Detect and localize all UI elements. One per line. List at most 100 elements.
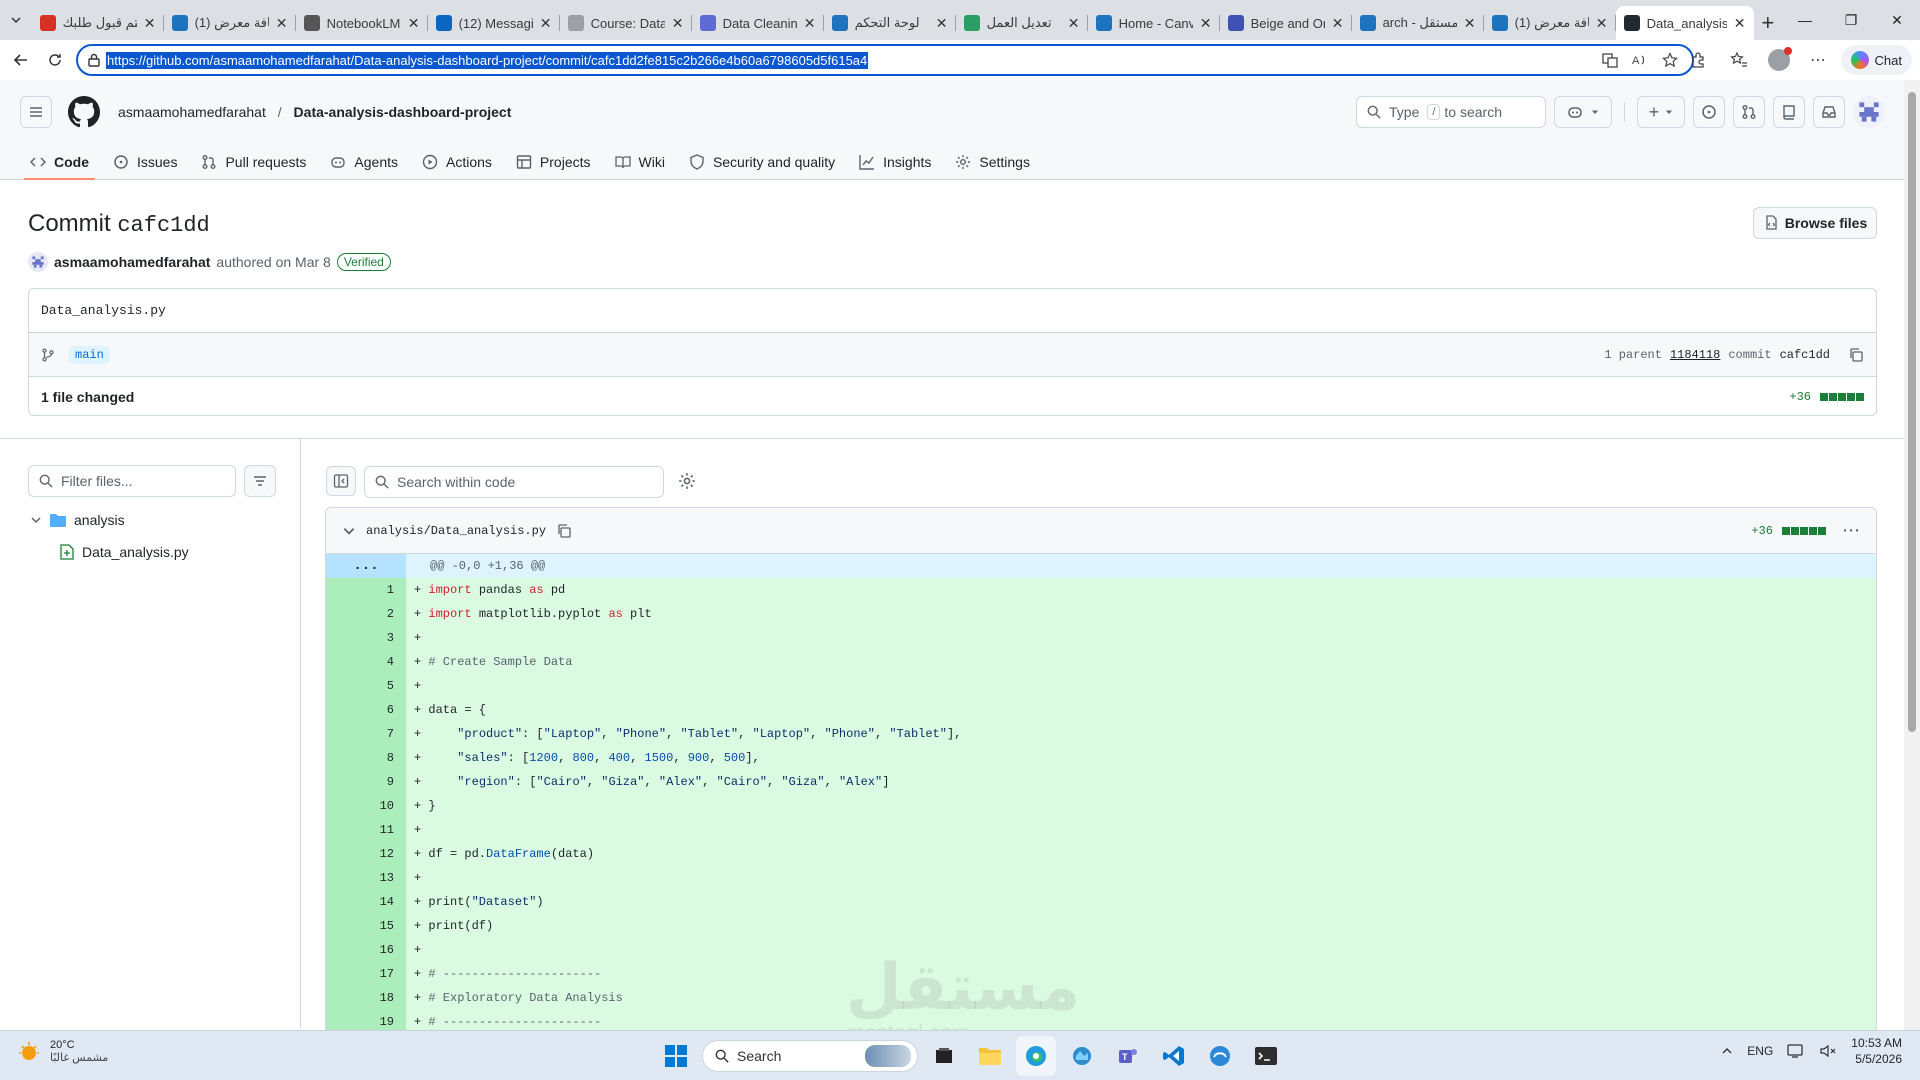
- filter-files-input[interactable]: Filter files...: [28, 465, 236, 497]
- taskbar-vscode[interactable]: [1154, 1036, 1194, 1076]
- filter-options-button[interactable]: [244, 465, 276, 497]
- branch-label[interactable]: main: [69, 345, 110, 364]
- language-indicator[interactable]: ENG: [1747, 1044, 1773, 1058]
- expand-hunk-button[interactable]: ...: [326, 554, 406, 578]
- create-new-button[interactable]: +: [1637, 96, 1685, 128]
- close-tab-icon[interactable]: ✕: [1200, 15, 1212, 32]
- line-number[interactable]: 14: [326, 890, 406, 914]
- close-tab-icon[interactable]: ✕: [1332, 15, 1344, 32]
- line-number[interactable]: 13: [326, 866, 406, 890]
- url-text[interactable]: https://github.com/asmaamohamedfarahat/D…: [106, 51, 869, 69]
- inbox-button[interactable]: [1813, 96, 1845, 128]
- close-tab-icon[interactable]: ✕: [804, 15, 816, 32]
- speaker-muted-icon[interactable]: [1819, 1043, 1837, 1059]
- close-tab-icon[interactable]: ✕: [1464, 15, 1476, 32]
- close-tab-icon[interactable]: ✕: [936, 15, 948, 32]
- taskbar-file-explorer[interactable]: [970, 1036, 1010, 1076]
- browser-tab[interactable]: Course: Data ✕: [560, 6, 692, 40]
- star-icon[interactable]: [1662, 52, 1678, 68]
- page-scrollbar[interactable]: [1904, 80, 1920, 1030]
- close-tab-icon[interactable]: ✕: [540, 15, 552, 32]
- read-aloud-icon[interactable]: A: [1632, 52, 1648, 68]
- author-link[interactable]: asmaamohamedfarahat: [54, 254, 210, 270]
- diff-file-path[interactable]: analysis/Data_analysis.py: [366, 524, 546, 538]
- browser-tab[interactable]: arch - مستقل ✕: [1352, 6, 1484, 40]
- copilot-menu-button[interactable]: [1554, 96, 1612, 128]
- search-within-code-input[interactable]: Search within code: [364, 466, 664, 498]
- browser-tab[interactable]: Data Cleaning ✕: [692, 6, 824, 40]
- tree-folder-analysis[interactable]: analysis: [30, 512, 125, 528]
- line-number[interactable]: 4: [326, 650, 406, 674]
- line-number[interactable]: 12: [326, 842, 406, 866]
- issues-button[interactable]: [1693, 96, 1725, 128]
- chevron-down-icon[interactable]: [342, 524, 356, 538]
- line-number[interactable]: 18: [326, 986, 406, 1010]
- tab-security-and-quality[interactable]: Security and quality: [677, 144, 847, 180]
- line-number[interactable]: 3: [326, 626, 406, 650]
- line-number[interactable]: 16: [326, 938, 406, 962]
- tab-pull-requests[interactable]: Pull requests: [189, 144, 318, 180]
- parent-sha-link[interactable]: 1184118: [1670, 348, 1720, 362]
- copilot-chat-button[interactable]: Chat: [1840, 45, 1912, 75]
- minimize-button[interactable]: —: [1782, 0, 1828, 40]
- extensions-button[interactable]: [1681, 44, 1717, 76]
- tab-code[interactable]: Code: [18, 144, 101, 180]
- github-logo[interactable]: [68, 96, 100, 128]
- close-tab-icon[interactable]: ✕: [1596, 15, 1608, 32]
- browse-files-button[interactable]: Browse files: [1753, 207, 1877, 239]
- close-tab-icon[interactable]: ✕: [1734, 15, 1746, 32]
- tab-projects[interactable]: Projects: [504, 144, 603, 180]
- tab-actions-button[interactable]: [0, 0, 32, 40]
- global-menu-button[interactable]: [20, 96, 52, 128]
- author-avatar[interactable]: [28, 252, 48, 272]
- new-tab-button[interactable]: +: [1754, 6, 1782, 40]
- browser-tab[interactable]: تعديل العمل ✕: [956, 6, 1088, 40]
- line-number[interactable]: 6: [326, 698, 406, 722]
- scrollbar-thumb[interactable]: [1908, 92, 1916, 732]
- browser-tab[interactable]: (1) إضافة معرض ✕: [164, 6, 296, 40]
- close-tab-icon[interactable]: ✕: [276, 15, 288, 32]
- weather-widget[interactable]: 20°C مشمس غالبًا: [18, 1039, 108, 1064]
- browser-tab[interactable]: (12) Messaging ✕: [428, 6, 560, 40]
- taskbar-terminal[interactable]: [1246, 1036, 1286, 1076]
- line-number[interactable]: 9: [326, 770, 406, 794]
- close-tab-icon[interactable]: ✕: [408, 15, 420, 32]
- repositories-button[interactable]: [1773, 96, 1805, 128]
- translate-icon[interactable]: [1602, 52, 1618, 68]
- tab-insights[interactable]: Insights: [847, 144, 943, 180]
- diff-settings-button[interactable]: [678, 472, 696, 490]
- browser-tab[interactable]: لم يتم قبول طلبك ✕: [32, 6, 164, 40]
- line-number[interactable]: 1: [326, 578, 406, 602]
- browser-tab[interactable]: لوحة التحكم ✕: [824, 6, 956, 40]
- tree-file-data-analysis[interactable]: Data_analysis.py: [60, 544, 189, 560]
- toggle-file-tree-button[interactable]: [326, 466, 356, 496]
- browser-tab[interactable]: Beige and Or ✕: [1220, 6, 1352, 40]
- network-icon[interactable]: [1787, 1043, 1805, 1059]
- copy-icon[interactable]: [556, 523, 572, 539]
- reload-button[interactable]: [38, 43, 72, 77]
- line-number[interactable]: 11: [326, 818, 406, 842]
- taskbar-search[interactable]: Search: [702, 1040, 918, 1072]
- kebab-menu-icon[interactable]: ⋯: [1842, 520, 1860, 541]
- tab-actions[interactable]: Actions: [410, 144, 504, 180]
- global-search-input[interactable]: Type / to search: [1356, 96, 1546, 128]
- address-bar[interactable]: https://github.com/asmaamohamedfarahat/D…: [76, 44, 1694, 76]
- back-button[interactable]: [4, 43, 38, 77]
- copy-icon[interactable]: [1848, 347, 1864, 363]
- pull-requests-button[interactable]: [1733, 96, 1765, 128]
- taskbar-edge-dev[interactable]: [1200, 1036, 1240, 1076]
- close-tab-icon[interactable]: ✕: [144, 15, 156, 32]
- browser-tab[interactable]: Home - Canva ✕: [1088, 6, 1220, 40]
- taskbar-photos[interactable]: [1062, 1036, 1102, 1076]
- close-tab-icon[interactable]: ✕: [1068, 15, 1080, 32]
- profile-button[interactable]: [1761, 44, 1797, 76]
- taskbar-edge[interactable]: [1016, 1036, 1056, 1076]
- line-number[interactable]: 2: [326, 602, 406, 626]
- tab-wiki[interactable]: Wiki: [603, 144, 677, 180]
- tab-settings[interactable]: Settings: [943, 144, 1042, 180]
- line-number[interactable]: 15: [326, 914, 406, 938]
- taskbar-teams[interactable]: T: [1108, 1036, 1148, 1076]
- user-avatar[interactable]: [1853, 96, 1885, 128]
- close-tab-icon[interactable]: ✕: [672, 15, 684, 32]
- line-number[interactable]: 17: [326, 962, 406, 986]
